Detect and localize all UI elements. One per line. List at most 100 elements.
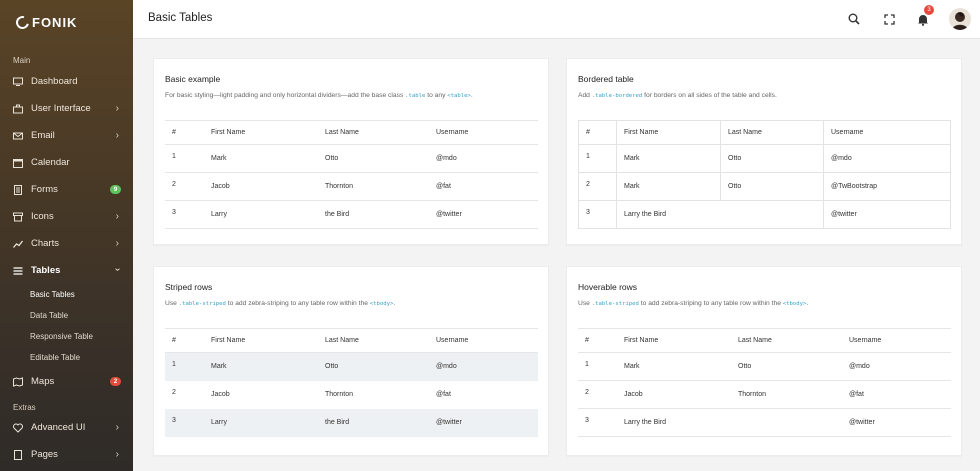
table-cell: 1 [172, 361, 176, 368]
table-cell: @mdo [849, 352, 951, 381]
desc-code: .table-striped [591, 301, 639, 307]
card-description: Use .table-striped to add zebra-striping… [165, 300, 395, 307]
sidebar-item-charts[interactable]: Charts › [0, 230, 133, 257]
sidebar-item-icons[interactable]: Icons › [0, 203, 133, 230]
card-bordered-table: Bordered table Add .table-bordered for b… [566, 58, 962, 245]
table-cell: @mdo [823, 144, 951, 173]
column-header: Username [436, 120, 538, 145]
desc-text: . [806, 300, 809, 307]
heart-icon [12, 422, 23, 433]
sidebar-section-main: Main [13, 56, 31, 65]
sidebar-item-label: Forms [31, 184, 58, 195]
table-cell: Mark [616, 144, 721, 173]
table-cell: Thornton [738, 380, 849, 409]
table-row[interactable]: 1 Mark Otto @mdo [578, 352, 951, 381]
table-cell: @mdo [436, 144, 538, 173]
table-cell: 1 [578, 352, 624, 381]
sidebar-subitem-basic-tables[interactable]: Basic Tables [0, 284, 133, 305]
brand-name: FONIK [32, 15, 78, 30]
top-bar: Basic Tables 3 [133, 0, 980, 39]
table-cell: @TwBootstrap [823, 172, 951, 201]
table-cell: Larry the Bird [624, 408, 849, 437]
table-cell: Larry the Bird [616, 200, 824, 229]
column-header: Last Name [720, 120, 824, 145]
table-cell: 3 [165, 200, 211, 229]
table-cell: the Bird [325, 419, 350, 426]
document-icon [12, 184, 23, 195]
sidebar-item-pages[interactable]: Pages › [0, 441, 133, 468]
card-title: Bordered table [578, 74, 634, 84]
page-icon [12, 449, 23, 460]
table-cell: @twitter [436, 419, 462, 426]
sidebar-item-label: Charts [31, 238, 59, 249]
desc-text: For basic styling—light padding and only… [165, 92, 406, 99]
table-row: 2 Mark Otto @TwBootstrap [578, 172, 951, 201]
notification-count-badge: 3 [924, 5, 934, 15]
chevron-right-icon: › [115, 211, 119, 222]
sidebar-item-label: Pages [31, 449, 58, 460]
basic-table: # First Name Last Name Username 1 Mark Ott… [165, 120, 538, 229]
table-cell: @twitter [823, 200, 951, 229]
avatar[interactable] [949, 8, 971, 30]
forms-count-badge: 9 [110, 185, 121, 194]
card-hoverable-rows: Hoverable rows Use .table-striped to add… [566, 266, 962, 456]
table-row: 1 Mark Otto @mdo [165, 144, 538, 173]
sidebar-item-advanced-ui[interactable]: Advanced UI › [0, 414, 133, 441]
column-header: First Name [616, 120, 721, 145]
sidebar-item-label: Email [31, 130, 55, 141]
card-description: For basic styling—light padding and only… [165, 92, 473, 99]
table-cell: @twitter [849, 408, 951, 437]
archive-icon [12, 211, 23, 222]
table-cell: 2 [172, 388, 176, 396]
page-title: Basic Tables [148, 12, 213, 24]
chevron-right-icon: › [115, 238, 119, 249]
list-icon [12, 265, 23, 276]
table-row: 1 Mark Otto @mdo [578, 144, 951, 173]
fullscreen-icon[interactable] [881, 11, 897, 27]
notifications-button[interactable]: 3 [915, 5, 934, 27]
table-row: 2 Jacob Thornton @fat [165, 381, 538, 409]
table-cell: Jacob [624, 380, 738, 409]
desc-text: to any [425, 92, 448, 99]
table-cell: Mark [616, 172, 721, 201]
briefcase-icon [12, 103, 23, 114]
desc-code: <table> [447, 93, 471, 99]
column-header: First Name [211, 328, 325, 353]
sidebar-item-maps[interactable]: Maps 2 [0, 368, 133, 395]
map-icon [12, 376, 23, 387]
line-chart-icon [12, 238, 23, 249]
table-cell: 2 [578, 380, 624, 409]
table-cell: Larry [211, 200, 325, 229]
sidebar-subitem-data-table[interactable]: Data Table [0, 305, 133, 326]
table-row: 3 Larry the Bird @twitter [578, 200, 951, 229]
card-description: Add .table-bordered for borders on all s… [578, 92, 777, 99]
desc-text: . [470, 92, 473, 99]
maps-count-badge: 2 [110, 377, 121, 386]
sidebar-subitem-editable-table[interactable]: Editable Table [0, 347, 133, 368]
column-header: First Name [211, 120, 325, 145]
table-cell: 3 [578, 200, 617, 229]
table-cell: Thornton [325, 391, 354, 398]
column-header: Last Name [738, 328, 849, 353]
table-cell: 1 [578, 144, 617, 173]
card-description: Use .table-striped to add zebra-striping… [578, 300, 808, 307]
sidebar-item-email[interactable]: Email › [0, 122, 133, 149]
sidebar-item-tables[interactable]: Tables › [0, 257, 133, 284]
chevron-down-icon: › [111, 267, 123, 272]
brand-logo[interactable]: FONIK [0, 0, 133, 45]
table-header-row: # First Name Last Name Username [578, 328, 951, 353]
table-cell: Otto [325, 363, 339, 371]
sidebar-subitem-responsive-table[interactable]: Responsive Table [0, 326, 133, 347]
sidebar-item-user-interface[interactable]: User Interface › [0, 95, 133, 122]
search-icon[interactable] [846, 11, 862, 27]
sidebar-item-forms[interactable]: Forms 9 [0, 176, 133, 203]
sidebar-item-dashboard[interactable]: Dashboard [0, 68, 133, 95]
sidebar-item-calendar[interactable]: Calendar [0, 149, 133, 176]
table-cell: 2 [578, 172, 617, 201]
striped-table: # First Name Last Name Username 1 Mark Ott… [165, 328, 538, 437]
table-header-row: # First Name Last Name Username [165, 328, 538, 353]
sidebar-item-label: Icons [31, 211, 54, 222]
table-row[interactable]: 3 Larry the Bird @twitter [578, 408, 951, 437]
table-cell: Otto [720, 172, 824, 201]
table-row[interactable]: 2 Jacob Thornton @fat [578, 380, 951, 409]
